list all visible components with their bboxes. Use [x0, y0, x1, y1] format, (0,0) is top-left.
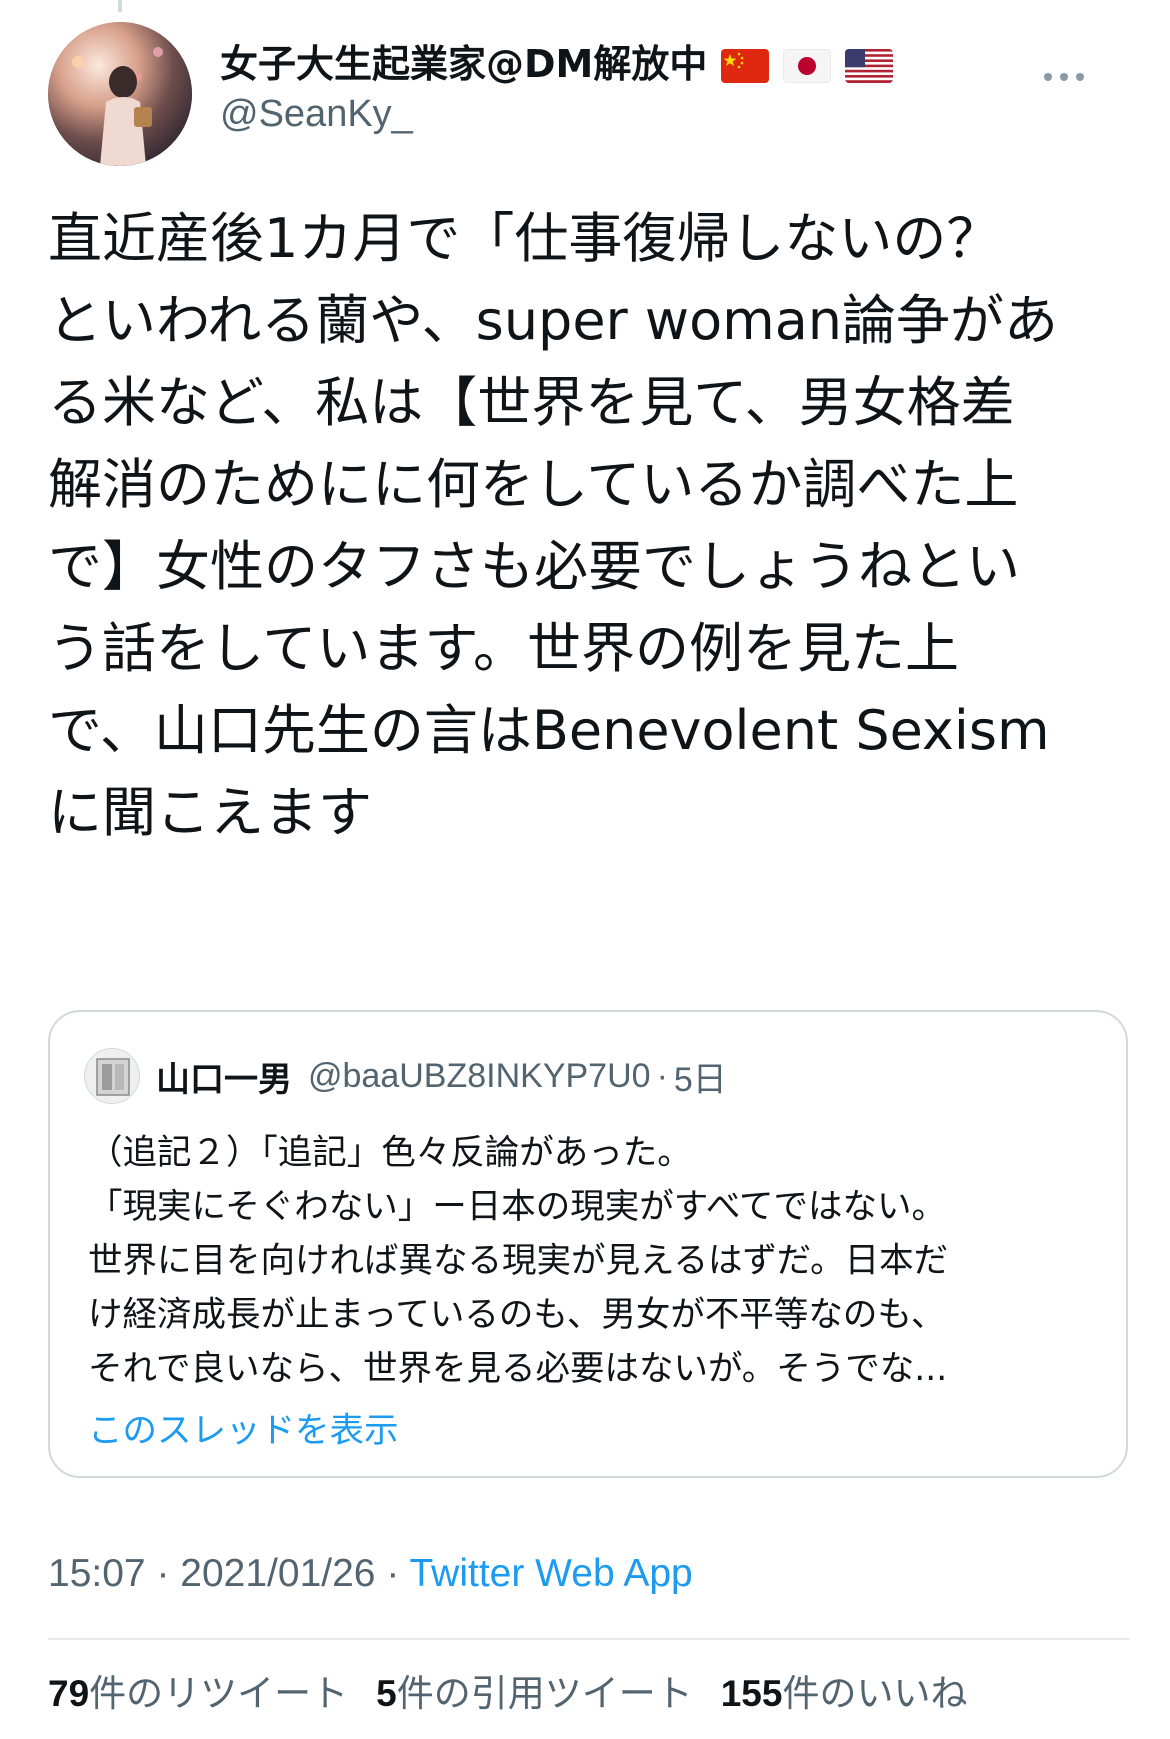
quotes-count: 5 — [376, 1673, 397, 1714]
tweet-source-link[interactable]: Twitter Web App — [409, 1552, 692, 1595]
user-info[interactable]: 女子大生起業家@DM解放中 @SeanKy_ — [220, 40, 894, 138]
tweet-text-line: 解消のためにに何をしているか調べた上 — [48, 453, 1019, 516]
separator-dot: · — [656, 1056, 668, 1095]
quoted-user-handle: @baaUBZ8INKYP7U0 — [308, 1056, 651, 1095]
quoted-text-line: 世界に目を向ければ異なる現実が見えるはずだ。日本だ — [88, 1241, 949, 1281]
display-name[interactable]: 女子大生起業家@DM解放中 — [220, 40, 894, 88]
likes-label: 件のいいね — [782, 1672, 968, 1715]
likes-stat[interactable]: 155件のいいね — [721, 1666, 968, 1722]
avatar-photo — [48, 22, 192, 166]
separator-dot: · — [386, 1552, 400, 1595]
quoted-user-name: 山口一男 — [156, 1059, 292, 1100]
user-handle[interactable]: @SeanKy_ — [220, 90, 893, 138]
tweet-date[interactable]: 2021/01/26 — [180, 1552, 375, 1595]
tweet-text-line: る米など、私は【世界を見て、男女格差 — [48, 371, 1015, 434]
usa-flag-icon — [845, 49, 894, 83]
quoted-tweet[interactable]: 山口一男 @baaUBZ8INKYP7U0 · 5日 （追記２）「追記」色々反論… — [48, 1010, 1128, 1478]
quoted-text-line: け経済成長が止まっているのも、男女が不平等なのも、 — [88, 1295, 946, 1335]
tweet-stats: 79件のリツイート 5件の引用ツイート 155件のいいね — [48, 1666, 967, 1722]
retweets-stat[interactable]: 79件のリツイート — [48, 1666, 348, 1722]
quoted-text-line: 「現実にそぐわない」ー日本の現実がすべてではない。 — [88, 1187, 947, 1227]
quote-tweets-stat[interactable]: 5件の引用ツイート — [376, 1666, 693, 1722]
tweet-meta: 15:07 · 2021/01/26 · Twitter Web App — [48, 1546, 693, 1602]
quoted-tweet-header: 山口一男 @baaUBZ8INKYP7U0 · 5日 — [84, 1048, 727, 1104]
tweet-text-line: に聞こえます — [48, 781, 372, 844]
avatar[interactable] — [48, 22, 192, 166]
tweet-header: 女子大生起業家@DM解放中 @SeanKy_ — [48, 22, 1130, 172]
tweet-time[interactable]: 15:07 — [48, 1552, 146, 1595]
quoted-user-avatar — [84, 1048, 140, 1104]
retweets-label: 件のリツイート — [89, 1672, 349, 1715]
divider — [48, 1638, 1130, 1640]
china-flag-icon — [721, 49, 770, 83]
separator-dot: · — [156, 1552, 170, 1595]
quoted-tweet-text: （追記２）「追記」色々反論があった。 「現実にそぐわない」ー日本の現実がすべてで… — [88, 1126, 1088, 1396]
show-thread-link[interactable]: このスレッドを表示 — [88, 1404, 399, 1458]
quoted-text-line: それで良いなら、世界を見る必要はないが。そうでな... — [88, 1349, 948, 1389]
likes-count: 155 — [720, 1673, 783, 1714]
tweet-text-line: で、山口先生の言はBenevolent Sexism — [48, 699, 1050, 762]
tweet-text-line: 直近産後1カ月で「仕事復帰しないの？ — [48, 207, 1001, 270]
quoted-text-line: （追記２）「追記」色々反論があった。 — [88, 1133, 692, 1173]
quotes-label: 件の引用ツイート — [396, 1672, 693, 1715]
tweet-text-line: といわれる蘭や、super woman論争があ — [48, 289, 1059, 352]
tweet-text: 直近産後1カ月で「仕事復帰しないの？ といわれる蘭や、super woman論争… — [48, 198, 1118, 854]
tweet-text-line: で】女性のタフさも必要でしょうねとい — [48, 535, 1020, 598]
thread-connector — [118, 0, 122, 12]
more-options-icon[interactable] — [1042, 66, 1086, 86]
quoted-tweet-time: 5日 — [673, 1060, 727, 1099]
display-name-text: 女子大生起業家@DM解放中 — [220, 42, 708, 86]
retweets-count: 79 — [48, 1673, 90, 1714]
tweet-text-line: う話をしています。世界の例を見た上 — [48, 617, 959, 680]
japan-flag-icon — [783, 49, 832, 83]
